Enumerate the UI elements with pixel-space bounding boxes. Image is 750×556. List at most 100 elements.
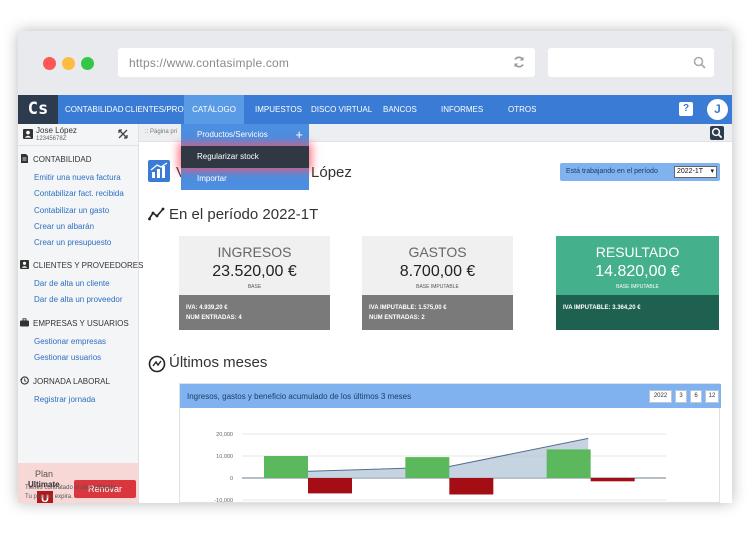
plan-title: Plan <box>35 469 54 479</box>
user-name: Jose López <box>36 126 77 135</box>
chart-bar-expense <box>449 478 494 495</box>
browser-window: https://www.contasimple.com Cs CONTABILI… <box>18 31 732 503</box>
chart-plot: 20,000 10,000 0 -10,000 <box>214 432 666 503</box>
sidebar-link-gestionar-empresas[interactable]: Gestionar empresas <box>34 337 106 346</box>
range-button-2022[interactable]: 2022 <box>649 390 672 403</box>
nav-informes[interactable]: INFORMES <box>441 95 483 124</box>
sidebar-section-jornada: JORNADA LABORAL <box>20 376 110 386</box>
sidebar: Jose López 12345678Z CONTABILIDAD Emitir… <box>18 124 143 503</box>
nav-contabilidad[interactable]: CONTABILIDAD <box>65 95 124 124</box>
briefcase-icon <box>20 318 29 327</box>
card-sublabel: BASE IMPUTABLE <box>416 284 459 290</box>
card-detail-2: NUM ENTRADAS: 2 <box>369 315 425 321</box>
card-gastos[interactable]: GASTOS 8.700,00 € BASE IMPUTABLE IVA IMP… <box>362 236 513 330</box>
card-label: RESULTADO <box>595 244 680 260</box>
card-ingresos[interactable]: INGRESOS 23.520,00 € BASE IVA: 4.939,20 … <box>179 236 330 330</box>
plan-footer: Tienes contratado el plan Ultimate. Tu p… <box>25 484 118 502</box>
card-value: 14.820,00 € <box>595 263 680 280</box>
search-icon <box>711 127 723 139</box>
chart-y-tick-label: 20,000 <box>216 432 233 438</box>
sidebar-user: Jose López 12345678Z <box>18 124 139 146</box>
maximize-window-button[interactable] <box>81 57 94 70</box>
card-detail-1: IVA IMPUTABLE: 1.575,00 € <box>369 305 447 311</box>
sidebar-link-alta-cliente[interactable]: Dar de alta un cliente <box>34 279 110 288</box>
plus-icon[interactable]: + <box>295 124 303 146</box>
range-button-3[interactable]: 3 <box>675 390 687 403</box>
chart-y-tick-label: 0 <box>230 476 233 482</box>
sidebar-link-crear-presupuesto[interactable]: Crear un presupuesto <box>34 238 111 247</box>
nav-disco-virtual[interactable]: DISCO VIRTUAL <box>311 95 372 124</box>
menu-item-productos-servicios[interactable]: Productos/Servicios + <box>181 124 309 146</box>
period-select[interactable]: 2022-1T ▾ <box>674 166 717 178</box>
chart-y-tick-label: 10,000 <box>216 454 233 460</box>
dashboard-chart-icon <box>148 160 170 182</box>
sidebar-link-emitir-factura[interactable]: Emitir una nueva factura <box>34 173 121 182</box>
nav-impuestos[interactable]: IMPUESTOS <box>255 95 302 124</box>
sidebar-link-crear-albaran[interactable]: Crear un albarán <box>34 222 94 231</box>
reload-icon[interactable] <box>512 55 526 69</box>
chart-bar-income <box>405 457 450 478</box>
card-sublabel: BASE <box>247 284 262 290</box>
address-bar[interactable]: https://www.contasimple.com <box>118 48 535 77</box>
sidebar-link-contabilizar-recibida[interactable]: Contabilizar fact. recibida <box>34 189 124 198</box>
sidebar-section-empresas: EMPRESAS Y USUARIOS <box>20 318 129 328</box>
menu-item-regularizar-stock[interactable]: Regularizar stock <box>181 146 309 168</box>
card-resultado[interactable]: RESULTADO 14.820,00 € BASE IMPUTABLE IVA… <box>556 236 719 330</box>
contacts-icon <box>20 260 29 269</box>
search-button[interactable] <box>710 126 724 140</box>
nav-otros[interactable]: OTROS <box>508 95 536 124</box>
chart-y-tick-label: -10,000 <box>214 498 233 503</box>
chart-bar-expense <box>590 478 635 482</box>
trend-line-icon <box>148 207 165 221</box>
minimize-window-button[interactable] <box>62 57 75 70</box>
breadcrumb[interactable]: :: Página pri <box>145 129 177 135</box>
card-label: GASTOS <box>408 244 467 260</box>
catalog-dropdown: Productos/Servicios + Regularizar stock I… <box>181 124 309 190</box>
section-title-months: Últimos meses <box>169 354 268 371</box>
sidebar-link-registrar-jornada[interactable]: Registrar jornada <box>34 395 95 404</box>
range-button-12[interactable]: 12 <box>705 390 719 403</box>
section-title-period: En el período 2022-1T <box>169 206 319 223</box>
plan-footer-line-1: Tienes contratado el plan Ultimate. <box>25 485 118 491</box>
chart-bar-expense <box>308 478 352 494</box>
avatar[interactable]: J <box>707 99 728 120</box>
browser-search-box[interactable] <box>548 48 714 77</box>
chevron-down-icon: ▾ <box>710 168 714 175</box>
search-icon <box>693 56 706 69</box>
main-nav: Cs CONTABILIDAD CLIENTES/PROV. CATÁLOGO … <box>18 95 732 124</box>
gauge-icon <box>148 355 166 373</box>
switch-company-icon[interactable] <box>118 129 128 139</box>
nav-catalogo[interactable]: CATÁLOGO <box>184 95 244 124</box>
card-label: INGRESOS <box>217 244 292 260</box>
document-icon <box>21 154 28 163</box>
browser-chrome: https://www.contasimple.com <box>18 31 732 95</box>
period-selector-bar: Está trabajando en el período 2022-1T ▾ <box>560 163 720 181</box>
app-logo[interactable]: Cs <box>18 95 58 124</box>
chart-header: Ingresos, gastos y beneficio acumulado d… <box>180 384 721 408</box>
nav-clientes-prov[interactable]: CLIENTES/PROV. <box>125 95 191 124</box>
sidebar-section-clientes: CLIENTES Y PROVEEDORES <box>20 260 143 270</box>
chart-bar-income <box>546 449 591 478</box>
nav-bancos[interactable]: BANCOS <box>383 95 417 124</box>
menu-item-importar[interactable]: Importar <box>181 168 309 190</box>
card-sublabel: BASE IMPUTABLE <box>616 284 659 290</box>
user-id: 12345678Z <box>36 136 67 142</box>
close-window-button[interactable] <box>43 57 56 70</box>
sidebar-section-contabilidad: CONTABILIDAD <box>20 154 92 164</box>
period-label: Está trabajando en el período <box>566 168 658 175</box>
card-value: 8.700,00 € <box>399 263 476 280</box>
card-detail-2: NUM ENTRADAS: 4 <box>186 315 242 321</box>
sidebar-link-contabilizar-gasto[interactable]: Contabilizar un gasto <box>34 206 109 215</box>
help-icon[interactable]: ? <box>679 102 693 116</box>
card-value: 23.520,00 € <box>212 263 297 280</box>
url-text: https://www.contasimple.com <box>129 56 290 70</box>
card-detail-1: IVA: 4.939,20 € <box>186 305 228 311</box>
plan-footer-line-2: Tu plan no expira. <box>25 494 73 500</box>
card-detail-1: IVA IMPUTABLE: 3.364,20 € <box>563 305 641 311</box>
range-button-6[interactable]: 6 <box>690 390 702 403</box>
chart-title: Ingresos, gastos y beneficio acumulado d… <box>187 392 412 401</box>
user-card-icon <box>23 129 33 139</box>
history-icon <box>20 376 29 385</box>
sidebar-link-alta-proveedor[interactable]: Dar de alta un proveedor <box>34 295 123 304</box>
sidebar-link-gestionar-usuarios[interactable]: Gestionar usuarios <box>34 353 101 362</box>
